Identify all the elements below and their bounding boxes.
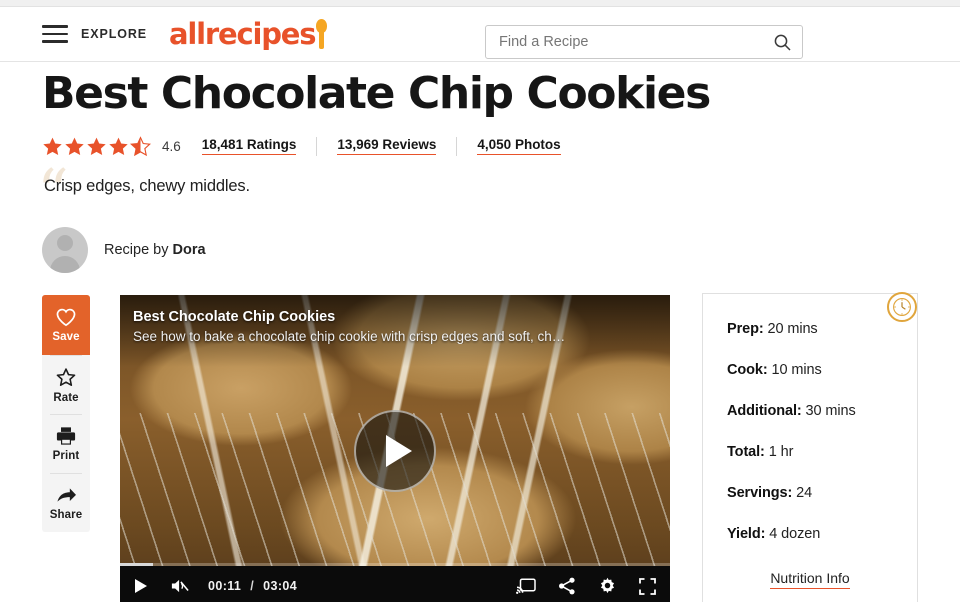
save-label: Save [52,331,80,343]
info-label: Yield: [727,526,766,542]
brand-name: allrecipes [169,17,316,51]
video-controls-bar: 00:11 / 03:04 [120,566,670,602]
explore-label[interactable]: EXPLORE [81,27,147,41]
ratings-link[interactable]: 18,481 Ratings [201,137,297,155]
info-value: 24 [792,485,813,501]
rating-row: 4.6 18,481 Ratings 13,969 Reviews 4,050 … [42,135,960,157]
reviews-link[interactable]: 13,969 Reviews [337,137,437,155]
rate-label: Rate [53,391,79,404]
info-row-additional: Additional: 30 mins [727,403,917,419]
video-description: See how to bake a chocolate chip cookie … [133,329,566,344]
info-label: Servings: [727,485,793,501]
author-byline: Recipe by Dora [104,242,206,258]
info-label: Total: [727,444,765,460]
search-input[interactable] [486,34,762,50]
star-icon [56,367,76,386]
print-button[interactable]: Print [42,415,90,473]
avatar[interactable] [42,227,88,273]
search-icon[interactable] [762,26,802,58]
printer-icon [56,427,76,445]
divider [316,136,318,156]
recipe-quote: “ Crisp edges, chewy middles. [37,161,960,223]
quote-text: Crisp edges, chewy middles. [44,177,250,195]
rate-button[interactable]: Rate [42,356,90,414]
info-value: 20 mins [763,321,818,337]
mute-button[interactable] [170,577,190,595]
info-value: 4 dozen [765,526,821,542]
author-row: Recipe by Dora [42,227,960,273]
video-current-time: 00:11 [208,579,242,593]
hamburger-icon[interactable] [42,25,68,43]
info-label: Additional: [727,403,802,419]
info-value: 1 hr [764,444,794,460]
spoon-icon [316,19,328,49]
gear-icon[interactable] [598,577,617,596]
rating-links: 18,481 Ratings 13,969 Reviews 4,050 Phot… [201,136,561,156]
nutrition-info-link[interactable]: Nutrition Info [770,570,850,589]
info-value: 10 mins [767,362,822,378]
clock-icon [887,292,917,322]
share-label: Share [49,508,83,521]
site-logo[interactable]: allrecipes [169,17,328,51]
info-row-total: Total: 1 hr [727,444,917,460]
star-half-icon [130,135,151,156]
author-name[interactable]: Dora [173,242,206,258]
share-arrow-icon [56,487,76,502]
save-button[interactable]: Save [42,295,90,355]
info-row-prep: Prep: 20 mins [727,321,917,337]
site-header: EXPLORE allrecipes [0,7,960,62]
star-rating[interactable] [42,135,151,157]
heart-icon [56,308,76,327]
video-right-controls [516,577,656,596]
photos-link[interactable]: 4,050 Photos [477,137,561,155]
divider [456,136,458,156]
star-full-icon [109,137,128,155]
info-label: Cook: [727,362,768,378]
rating-value: 4.6 [162,138,181,154]
info-row-cook: Cook: 10 mins [727,362,917,378]
star-full-icon [65,137,84,155]
info-value: 30 mins [801,403,856,419]
nutrition-info-wrap: Nutrition Info [703,570,917,589]
author-prefix: Recipe by [104,242,173,258]
action-rail: Save Rate Print Share [42,295,90,532]
star-full-icon [87,137,106,155]
share-button[interactable]: Share [42,474,90,532]
video-title: Best Chocolate Chip Cookies [133,309,336,325]
volume-muted-icon [171,579,189,593]
browser-top-strip [0,0,960,7]
print-label: Print [52,450,80,462]
recipe-info-card: Prep: 20 mins Cook: 10 mins Additional: … [702,293,918,602]
recipe-video-player[interactable]: Best Chocolate Chip Cookies See how to b… [120,295,670,602]
page-title: Best Chocolate Chip Cookies [42,68,711,119]
star-full-icon [43,137,62,155]
play-icon [385,434,412,467]
play-button[interactable] [134,578,148,594]
search-box[interactable] [485,25,803,59]
info-row-yield: Yield: 4 dozen [727,526,917,542]
share-icon[interactable] [558,577,576,595]
cast-icon[interactable] [516,578,536,594]
fullscreen-icon[interactable] [639,577,656,595]
video-play-overlay-button[interactable] [354,409,436,492]
time-separator: / [250,579,255,593]
info-row-servings: Servings: 24 [727,485,917,501]
video-duration: 03:04 [263,579,298,593]
info-label: Prep: [727,321,764,337]
